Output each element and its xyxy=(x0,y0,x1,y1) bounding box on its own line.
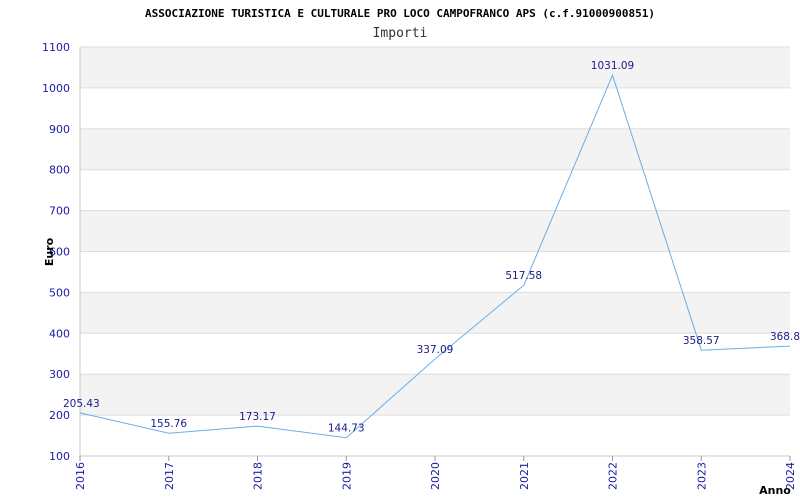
y-tick-label: 900 xyxy=(49,123,70,136)
y-tick-label: 300 xyxy=(49,368,70,381)
chart-subtitle: Importi xyxy=(373,26,428,41)
x-tick-label: 2018 xyxy=(252,462,265,490)
y-tick-label: 500 xyxy=(49,286,70,299)
x-tick-label: 2023 xyxy=(695,462,708,490)
grid-band xyxy=(80,47,790,88)
y-tick-label: 1100 xyxy=(42,41,70,54)
grid-band xyxy=(80,374,790,416)
line-chart: 10020030040050060070080090010001100 2016… xyxy=(42,7,800,497)
x-tick-label: 2016 xyxy=(74,462,87,490)
data-label: 517.58 xyxy=(505,270,542,282)
data-label: 358.57 xyxy=(683,335,720,347)
x-tick-label: 2022 xyxy=(607,462,620,490)
data-label: 1031.09 xyxy=(591,60,634,72)
data-label: 205.43 xyxy=(63,398,100,410)
y-tick-label: 400 xyxy=(49,327,70,340)
data-label: 144.73 xyxy=(328,423,365,435)
x-axis-label: Anno xyxy=(759,484,791,497)
grid-band xyxy=(80,169,790,211)
x-tick-label: 2017 xyxy=(163,462,176,490)
y-tick-label: 700 xyxy=(49,205,70,218)
y-axis-label: Euro xyxy=(43,237,56,266)
y-tick-label: 100 xyxy=(49,450,70,463)
chart-title: ASSOCIAZIONE TURISTICA E CULTURALE PRO L… xyxy=(145,7,655,20)
x-tick-label: 2021 xyxy=(518,462,531,490)
y-tick-label: 800 xyxy=(49,164,70,177)
y-tick-label: 200 xyxy=(49,409,70,422)
x-tick-label: 2019 xyxy=(340,462,353,490)
grid-band xyxy=(80,251,790,293)
data-label: 173.17 xyxy=(239,411,276,423)
data-label: 337.09 xyxy=(417,344,454,356)
x-tick-label: 2020 xyxy=(429,462,442,490)
grid-band xyxy=(80,128,790,170)
grid-band xyxy=(80,210,790,252)
data-label: 368.8 xyxy=(770,331,800,343)
data-label: 155.76 xyxy=(150,418,187,430)
grid-band xyxy=(80,292,790,334)
x-tick-labels: 2016 2017 2018 2019 2020 2021 2022 2023 2024 xyxy=(74,456,797,490)
y-tick-label: 1000 xyxy=(42,82,70,95)
grid-band xyxy=(80,87,790,129)
